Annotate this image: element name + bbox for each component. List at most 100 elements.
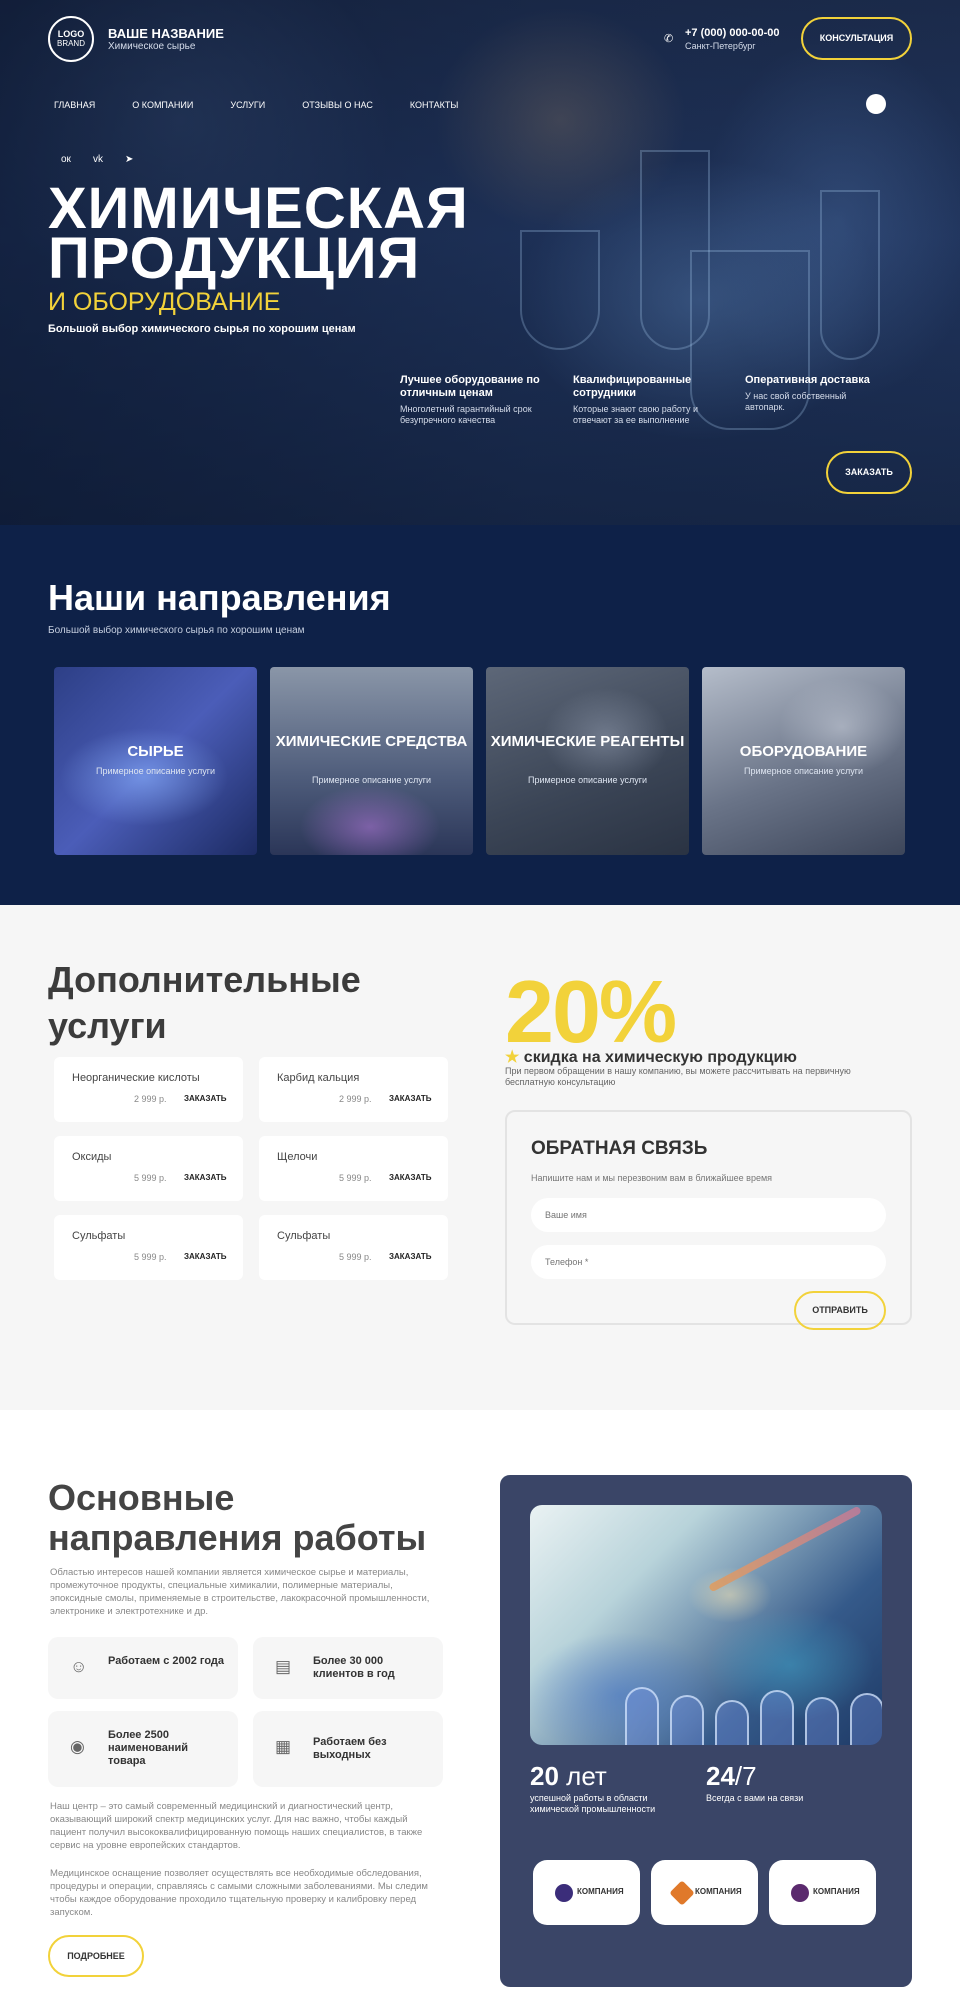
more-button[interactable]: ПОДРОБНЕЕ — [48, 1935, 144, 1977]
direction-card-reagents[interactable]: ХИМИЧЕСКИЕ РЕАГЕНТЫ Примерное описание у… — [486, 667, 689, 855]
flask-decoration — [520, 230, 600, 350]
phone-number[interactable]: +7 (000) 000-00-00 — [685, 27, 779, 39]
directions-subtitle: Большой выбор химического сырья по хорош… — [48, 625, 305, 636]
lab-photo — [530, 1505, 882, 1745]
hero-title-line2: ПРОДУКЦИЯ — [48, 226, 421, 291]
stat-text: Работаем без выходных — [313, 1736, 387, 1761]
card-desc: Примерное описание услуги — [95, 766, 216, 776]
service-item: Карбид кальция 2 999 р. ЗАКАЗАТЬ — [259, 1057, 448, 1122]
hero-section: LOGO BRAND ВАШЕ НАЗВАНИЕ Химическое сырь… — [0, 0, 960, 525]
partner-logo[interactable]: КОМПАНИЯ — [651, 1860, 758, 1925]
nav-item-home[interactable]: ГЛАВНАЯ — [54, 100, 95, 110]
test-tube — [760, 1690, 794, 1745]
service-price: 2 999 р. — [134, 1094, 167, 1104]
partner-name: КОМПАНИЯ — [813, 1887, 860, 1896]
direction-card-chemicals[interactable]: ХИМИЧЕСКИЕ СРЕДСТВА Примерное описание у… — [270, 667, 473, 855]
logo-bottom-text: BRAND — [56, 39, 85, 48]
service-item: Оксиды 5 999 р. ЗАКАЗАТЬ — [54, 1136, 243, 1201]
services-section: Дополнительные услуги Неорганические кис… — [0, 905, 960, 1410]
support-stat: 24/7 — [706, 1761, 757, 1792]
years-desc: успешной работы в области химической про… — [530, 1793, 656, 1814]
service-item: Щелочи 5 999 р. ЗАКАЗАТЬ — [259, 1136, 448, 1201]
nav-item-reviews[interactable]: ОТЗЫВЫ О НАС — [302, 100, 373, 110]
service-price: 5 999 р. — [134, 1252, 167, 1262]
hero-description: Большой выбор химического сырья по хорош… — [48, 323, 356, 335]
brand-subtitle: Химическое сырье — [108, 41, 196, 52]
service-price: 5 999 р. — [134, 1173, 167, 1183]
service-name: Сульфаты — [277, 1230, 331, 1242]
support-unit: /7 — [734, 1761, 757, 1791]
order-button[interactable]: ЗАКАЗАТЬ — [826, 451, 912, 494]
stat-text: Работаем с 2002 года — [108, 1655, 225, 1667]
phone-input[interactable] — [531, 1245, 886, 1279]
feature-equipment: Лучшее оборудование по отличным ценам Мн… — [400, 374, 550, 426]
partner-logo[interactable]: КОМПАНИЯ — [769, 1860, 876, 1925]
main-nav: ГЛАВНАЯ О КОМПАНИИ УСЛУГИ ОТЗЫВЫ О НАС К… — [54, 100, 495, 110]
direction-card-raw[interactable]: СЫРЬЕ Примерное описание услуги — [54, 667, 257, 855]
work-paragraph: Наш центр – это самый современный медици… — [50, 1801, 423, 1851]
logo[interactable]: LOGO BRAND — [48, 16, 94, 62]
service-order-link[interactable]: ЗАКАЗАТЬ — [389, 1252, 431, 1261]
partner-name: КОМПАНИЯ — [577, 1887, 624, 1896]
stat-card: ◉ Более 2500 наименований товара — [48, 1711, 238, 1787]
test-tube — [715, 1700, 749, 1745]
worker-icon: ☺ — [70, 1657, 88, 1676]
card-desc: Примерное описание услуги — [311, 775, 432, 785]
vk-icon[interactable]: vk — [93, 154, 103, 165]
test-tube — [625, 1687, 659, 1745]
direction-card-equipment[interactable]: ОБОРУДОВАНИЕ Примерное описание услуги — [702, 667, 905, 855]
stat-card: ☺ Работаем с 2002 года — [48, 1637, 238, 1699]
service-order-link[interactable]: ЗАКАЗАТЬ — [389, 1094, 431, 1103]
directions-section: Наши направления Большой выбор химическо… — [0, 525, 960, 905]
form-subtitle: Напишите нам и мы перезвоним вам в ближа… — [531, 1173, 773, 1183]
service-price: 5 999 р. — [339, 1252, 372, 1262]
consultation-button[interactable]: КОНСУЛЬТАЦИЯ — [801, 17, 912, 60]
work-paragraph: Медицинское оснащение позволяет осуществ… — [50, 1868, 428, 1918]
service-order-link[interactable]: ЗАКАЗАТЬ — [184, 1173, 226, 1182]
discount-description: При первом обращении в нашу компанию, вы… — [505, 1066, 851, 1087]
feature-delivery: Оперативная доставка У нас свой собствен… — [745, 374, 885, 413]
hero-subtitle: И ОБОРУДОВАНИЕ — [48, 288, 281, 316]
submit-button[interactable]: ОТПРАВИТЬ — [794, 1291, 886, 1330]
logo-top-text: LOGO — [57, 29, 85, 39]
service-name: Сульфаты — [72, 1230, 126, 1242]
star-icon: ★ — [505, 1049, 520, 1066]
services-title: Дополнительные услуги — [48, 957, 361, 1049]
partner-icon — [555, 1884, 573, 1902]
nav-item-services[interactable]: УСЛУГИ — [230, 100, 265, 110]
search-button[interactable] — [866, 94, 886, 114]
test-tube — [805, 1697, 839, 1745]
nav-item-about[interactable]: О КОМПАНИИ — [132, 100, 193, 110]
name-input[interactable] — [531, 1198, 886, 1232]
feedback-form: ОБРАТНАЯ СВЯЗЬ Напишите нам и мы перезво… — [505, 1110, 912, 1330]
test-tube — [670, 1695, 704, 1745]
work-section: Основные направления работы Областью инт… — [0, 1410, 960, 2000]
stat-card: ▦ Работаем без выходных — [253, 1711, 443, 1787]
services-title-line2: услуги — [48, 1005, 167, 1046]
odnoklassniki-icon[interactable]: ок — [61, 154, 71, 165]
brand-name: ВАШЕ НАЗВАНИЕ — [108, 26, 224, 41]
card-desc: Примерное описание услуги — [527, 775, 648, 785]
service-name: Карбид кальция — [277, 1072, 360, 1084]
service-order-link[interactable]: ЗАКАЗАТЬ — [389, 1173, 431, 1182]
social-links: ок vk ➤ — [61, 154, 133, 165]
feature-title: Оперативная доставка — [745, 374, 870, 386]
products-icon: ◉ — [70, 1737, 85, 1756]
service-item: Неорганические кислоты 2 999 р. ЗАКАЗАТЬ — [54, 1057, 243, 1122]
partner-logo[interactable]: КОМПАНИЯ — [533, 1860, 640, 1925]
hero-title: ХИМИЧЕСКАЯ ПРОДУКЦИЯ — [48, 180, 469, 291]
feature-desc: У нас свой собственный автопарк. — [745, 391, 847, 412]
service-order-link[interactable]: ЗАКАЗАТЬ — [184, 1094, 226, 1103]
service-name: Оксиды — [72, 1151, 112, 1163]
service-price: 5 999 р. — [339, 1173, 372, 1183]
telegram-icon[interactable]: ➤ — [125, 154, 133, 165]
work-intro: Областью интересов нашей компании являет… — [50, 1567, 430, 1617]
card-title: ХИМИЧЕСКИЕ РЕАГЕНТЫ — [490, 733, 685, 750]
city: Санкт-Петербург — [685, 41, 756, 51]
nav-item-contacts[interactable]: КОНТАКТЫ — [410, 100, 459, 110]
discount-label: скидка на химическую продукцию — [523, 1049, 797, 1066]
work-title-line1: Основные — [48, 1477, 235, 1518]
form-title: ОБРАТНАЯ СВЯЗЬ — [531, 1138, 708, 1159]
service-order-link[interactable]: ЗАКАЗАТЬ — [184, 1252, 226, 1261]
service-item: Сульфаты 5 999 р. ЗАКАЗАТЬ — [259, 1215, 448, 1280]
